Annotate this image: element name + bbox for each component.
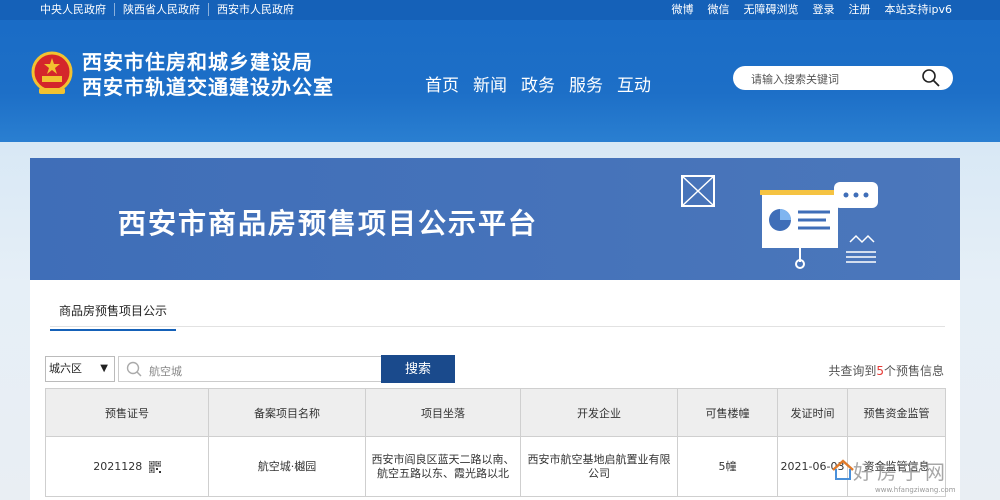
col-buildings: 可售楼幢 (677, 388, 778, 437)
site-search-input[interactable]: 请输入搜索关键词 (733, 66, 953, 90)
link-xian-gov[interactable]: 西安市人民政府 (209, 3, 302, 16)
nav-home[interactable]: 首页 (425, 71, 459, 96)
col-location: 项目坐落 (365, 388, 521, 437)
col-fund-supervision: 预售资金监管 (847, 388, 946, 437)
banner-title: 西安市商品房预售项目公示平台 (118, 207, 539, 240)
main-nav: 首页 新闻 政务 服务 互动 (425, 71, 651, 96)
qr-code-icon[interactable] (148, 460, 161, 473)
chevron-down-icon: ▼ (100, 363, 108, 374)
table-header-row: 预售证号 备案项目名称 项目坐落 开发企业 可售楼幢 发证时间 预售资金监管 (45, 388, 946, 437)
watermark-url: www.hfangziwang.com (875, 486, 956, 494)
col-issue-date: 发证时间 (777, 388, 848, 437)
top-links-bar: 中央人民政府 陕西省人民政府 西安市人民政府 微博 微信 无障碍浏览 登录 注册… (0, 0, 1000, 20)
presentation-illustration-icon (681, 175, 878, 269)
platform-banner: 西安市商品房预售项目公示平台 (30, 158, 960, 280)
nav-interaction[interactable]: 互动 (617, 71, 651, 96)
org-name-line2: 西安市轨道交通建设办公室 (82, 75, 334, 99)
org-name-line1: 西安市住房和城乡建设局 (82, 50, 313, 74)
link-weibo[interactable]: 微博 (671, 3, 693, 16)
org-name[interactable]: 西安市住房和城乡建设局 西安市轨道交通建设办公室 (82, 50, 334, 100)
site-watermark: 好房子网 www.hfangziwang.com (825, 452, 1000, 500)
link-central-gov[interactable]: 中央人民政府 (40, 3, 115, 16)
gov-links: 中央人民政府 陕西省人民政府 西安市人民政府 (40, 3, 302, 16)
tab-divider (50, 326, 945, 327)
district-select[interactable]: 城六区 ▼ (45, 356, 115, 382)
site-search-placeholder: 请输入搜索关键词 (751, 73, 839, 86)
ipv6-notice: 本站支持ipv6 (884, 3, 952, 16)
result-count-suffix: 个预售信息 (883, 364, 944, 378)
link-login[interactable]: 登录 (812, 3, 834, 16)
col-project-name: 备案项目名称 (208, 388, 366, 437)
col-cert-no: 预售证号 (45, 388, 209, 437)
result-count-prefix: 共查询到 (828, 364, 877, 378)
cert-no-text: 2021128 (93, 459, 143, 473)
cell-buildings[interactable]: 5幢 (677, 436, 778, 497)
watermark-text: 好房子网 (853, 460, 949, 484)
nav-government-affairs[interactable]: 政务 (521, 71, 555, 96)
table-row[interactable]: 2021128 航空城·樾园 西安市阎良区蓝天二路以南、航空五路以东、霞光路以北 (45, 436, 946, 497)
link-register[interactable]: 注册 (848, 3, 870, 16)
national-emblem-icon (31, 51, 73, 94)
presale-table: 预售证号 备案项目名称 项目坐落 开发企业 可售楼幢 发证时间 预售资金监管 2… (45, 388, 946, 497)
cell-developer: 西安市航空基地启航置业有限公司 (520, 436, 678, 497)
site-header: 西安市住房和城乡建设局 西安市轨道交通建设办公室 首页 新闻 政务 服务 互动 … (0, 20, 1000, 142)
link-shaanxi-gov[interactable]: 陕西省人民政府 (115, 3, 209, 16)
project-search-value: 航空城 (149, 365, 182, 378)
district-select-value: 城六区 (49, 362, 82, 375)
result-count: 共查询到5个预售信息 (828, 362, 944, 379)
search-button[interactable]: 搜索 (381, 355, 455, 383)
project-search-input[interactable]: 航空城 (118, 356, 382, 382)
link-wechat[interactable]: 微信 (707, 3, 729, 16)
col-developer: 开发企业 (520, 388, 678, 437)
content-panel: 商品房预售项目公示 城六区 ▼ 航空城 搜索 共查询到5个预售信息 预售证号 备… (30, 280, 960, 500)
utility-links: 微博 微信 无障碍浏览 登录 注册 本站支持ipv6 (671, 3, 952, 16)
cell-cert-no: 2021128 (45, 436, 209, 497)
search-icon[interactable] (921, 68, 941, 88)
cell-project-name[interactable]: 航空城·樾园 (208, 436, 366, 497)
result-count-number: 5 (876, 364, 884, 378)
nav-news[interactable]: 新闻 (473, 71, 507, 96)
search-icon (126, 361, 142, 377)
cell-location: 西安市阎良区蓝天二路以南、航空五路以东、霞光路以北 (365, 436, 521, 497)
nav-services[interactable]: 服务 (569, 71, 603, 96)
house-logo-icon (832, 459, 854, 480)
link-accessibility[interactable]: 无障碍浏览 (743, 3, 798, 16)
